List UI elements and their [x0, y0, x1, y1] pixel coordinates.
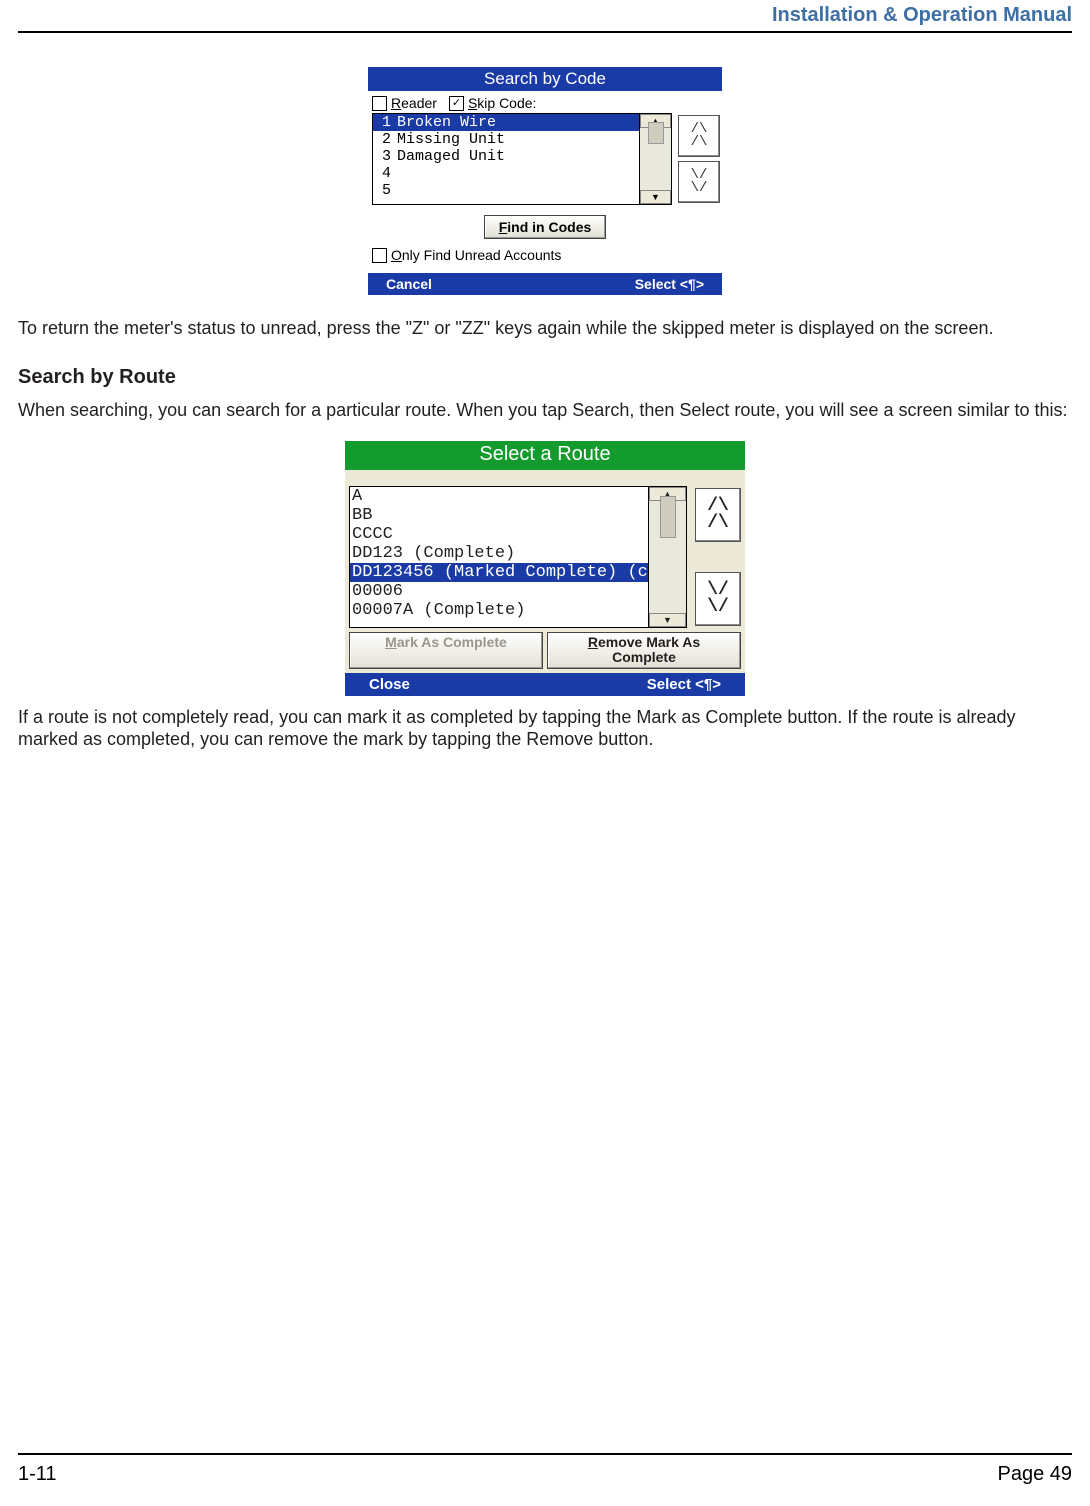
list-item[interactable]: DD123456 (Marked Complete) (cur — [350, 563, 648, 582]
dialog-title: Search by Code — [368, 67, 722, 91]
double-up-button[interactable]: /\/\ — [695, 488, 741, 542]
reader-checkbox[interactable]: Reader — [372, 95, 437, 111]
list-item[interactable]: 2Missing Unit — [373, 131, 639, 148]
list-item[interactable]: 4 — [373, 165, 639, 182]
list-item[interactable]: BB — [350, 506, 648, 525]
paragraph: If a route is not completely read, you c… — [18, 706, 1072, 751]
list-item[interactable]: 5 — [373, 182, 639, 199]
list-item[interactable]: A — [350, 487, 648, 506]
checkbox-icon: ✓ — [449, 96, 464, 111]
list-item[interactable]: CCCC — [350, 525, 648, 544]
paragraph: To return the meter's status to unread, … — [18, 317, 1072, 340]
page-footer: 1-11 Page 49 — [18, 1445, 1072, 1486]
scrollbar[interactable]: ▲ ▼ — [649, 486, 687, 628]
double-down-button[interactable]: \/\/ — [678, 161, 720, 203]
scrollbar[interactable]: ▲ ▼ — [640, 113, 672, 205]
skip-label: Skip Code: — [468, 95, 537, 111]
mark-complete-button[interactable]: Mark As Complete — [349, 632, 543, 669]
paragraph: When searching, you can search for a par… — [18, 399, 1072, 422]
skip-code-checkbox[interactable]: ✓ Skip Code: — [449, 95, 537, 111]
cancel-button[interactable]: Cancel — [386, 276, 432, 292]
checkbox-icon — [372, 248, 387, 263]
double-down-button[interactable]: \/\/ — [695, 572, 741, 626]
scroll-down-icon[interactable]: ▼ — [649, 613, 686, 627]
list-item[interactable]: 00006 — [350, 582, 648, 601]
scroll-thumb[interactable] — [660, 496, 676, 538]
list-item[interactable]: 00007A (Complete) — [350, 601, 648, 620]
list-item[interactable]: DD123 (Complete) — [350, 544, 648, 563]
close-button[interactable]: Close — [369, 676, 410, 693]
code-listbox[interactable]: 1Broken Wire 2Missing Unit 3Damaged Unit… — [372, 113, 640, 205]
remove-mark-button[interactable]: Remove Mark AsComplete — [547, 632, 741, 669]
only-unread-label: Only Find Unread Accounts — [391, 247, 561, 263]
footer-rule — [18, 1453, 1072, 1455]
section-heading: Search by Route — [18, 366, 1072, 389]
scroll-down-icon[interactable]: ▼ — [640, 190, 671, 204]
only-unread-checkbox[interactable]: Only Find Unread Accounts — [372, 247, 561, 263]
list-item[interactable]: 1Broken Wire — [373, 114, 639, 131]
dialog-title: Select a Route — [345, 441, 745, 470]
find-in-codes-button[interactable]: Find in Codes — [484, 215, 607, 239]
select-button[interactable]: Select <¶> — [647, 676, 721, 693]
route-listbox[interactable]: A BB CCCC DD123 (Complete) DD123456 (Mar… — [349, 486, 649, 628]
list-item[interactable]: 3Damaged Unit — [373, 148, 639, 165]
search-by-code-dialog: Search by Code Reader ✓ Skip Code: 1Brok… — [368, 67, 722, 295]
page-number: Page 49 — [997, 1463, 1072, 1486]
section-number: 1-11 — [18, 1463, 57, 1486]
header-rule — [18, 31, 1072, 33]
select-button[interactable]: Select <¶> — [635, 276, 704, 292]
select-route-dialog: Select a Route A BB CCCC DD123 (Complete… — [345, 441, 745, 696]
checkbox-icon — [372, 96, 387, 111]
reader-label: Reader — [391, 95, 437, 111]
document-header: Installation & Operation Manual — [18, 0, 1072, 31]
scroll-thumb[interactable] — [648, 122, 664, 144]
double-up-button[interactable]: /\/\ — [678, 115, 720, 157]
